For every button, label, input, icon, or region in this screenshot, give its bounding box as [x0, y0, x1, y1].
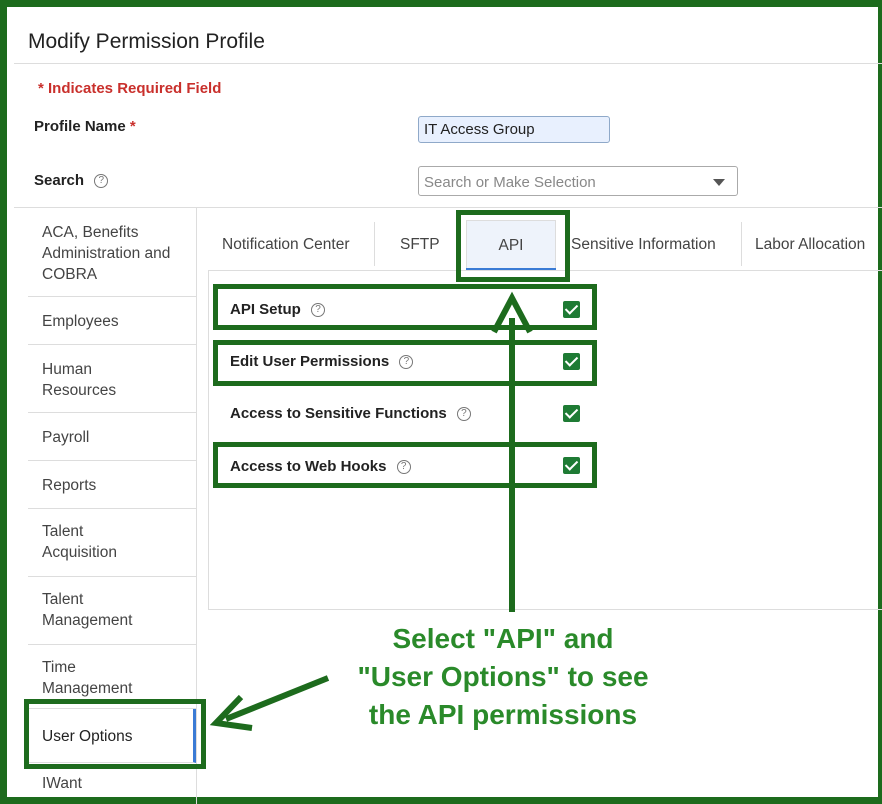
callout-line: Select "API" and	[392, 623, 614, 654]
callout-line: "User Options" to see	[357, 661, 649, 692]
annotation-callout: Select "API" and "User Options" to see t…	[318, 620, 688, 734]
callout-line: the API permissions	[368, 699, 638, 730]
